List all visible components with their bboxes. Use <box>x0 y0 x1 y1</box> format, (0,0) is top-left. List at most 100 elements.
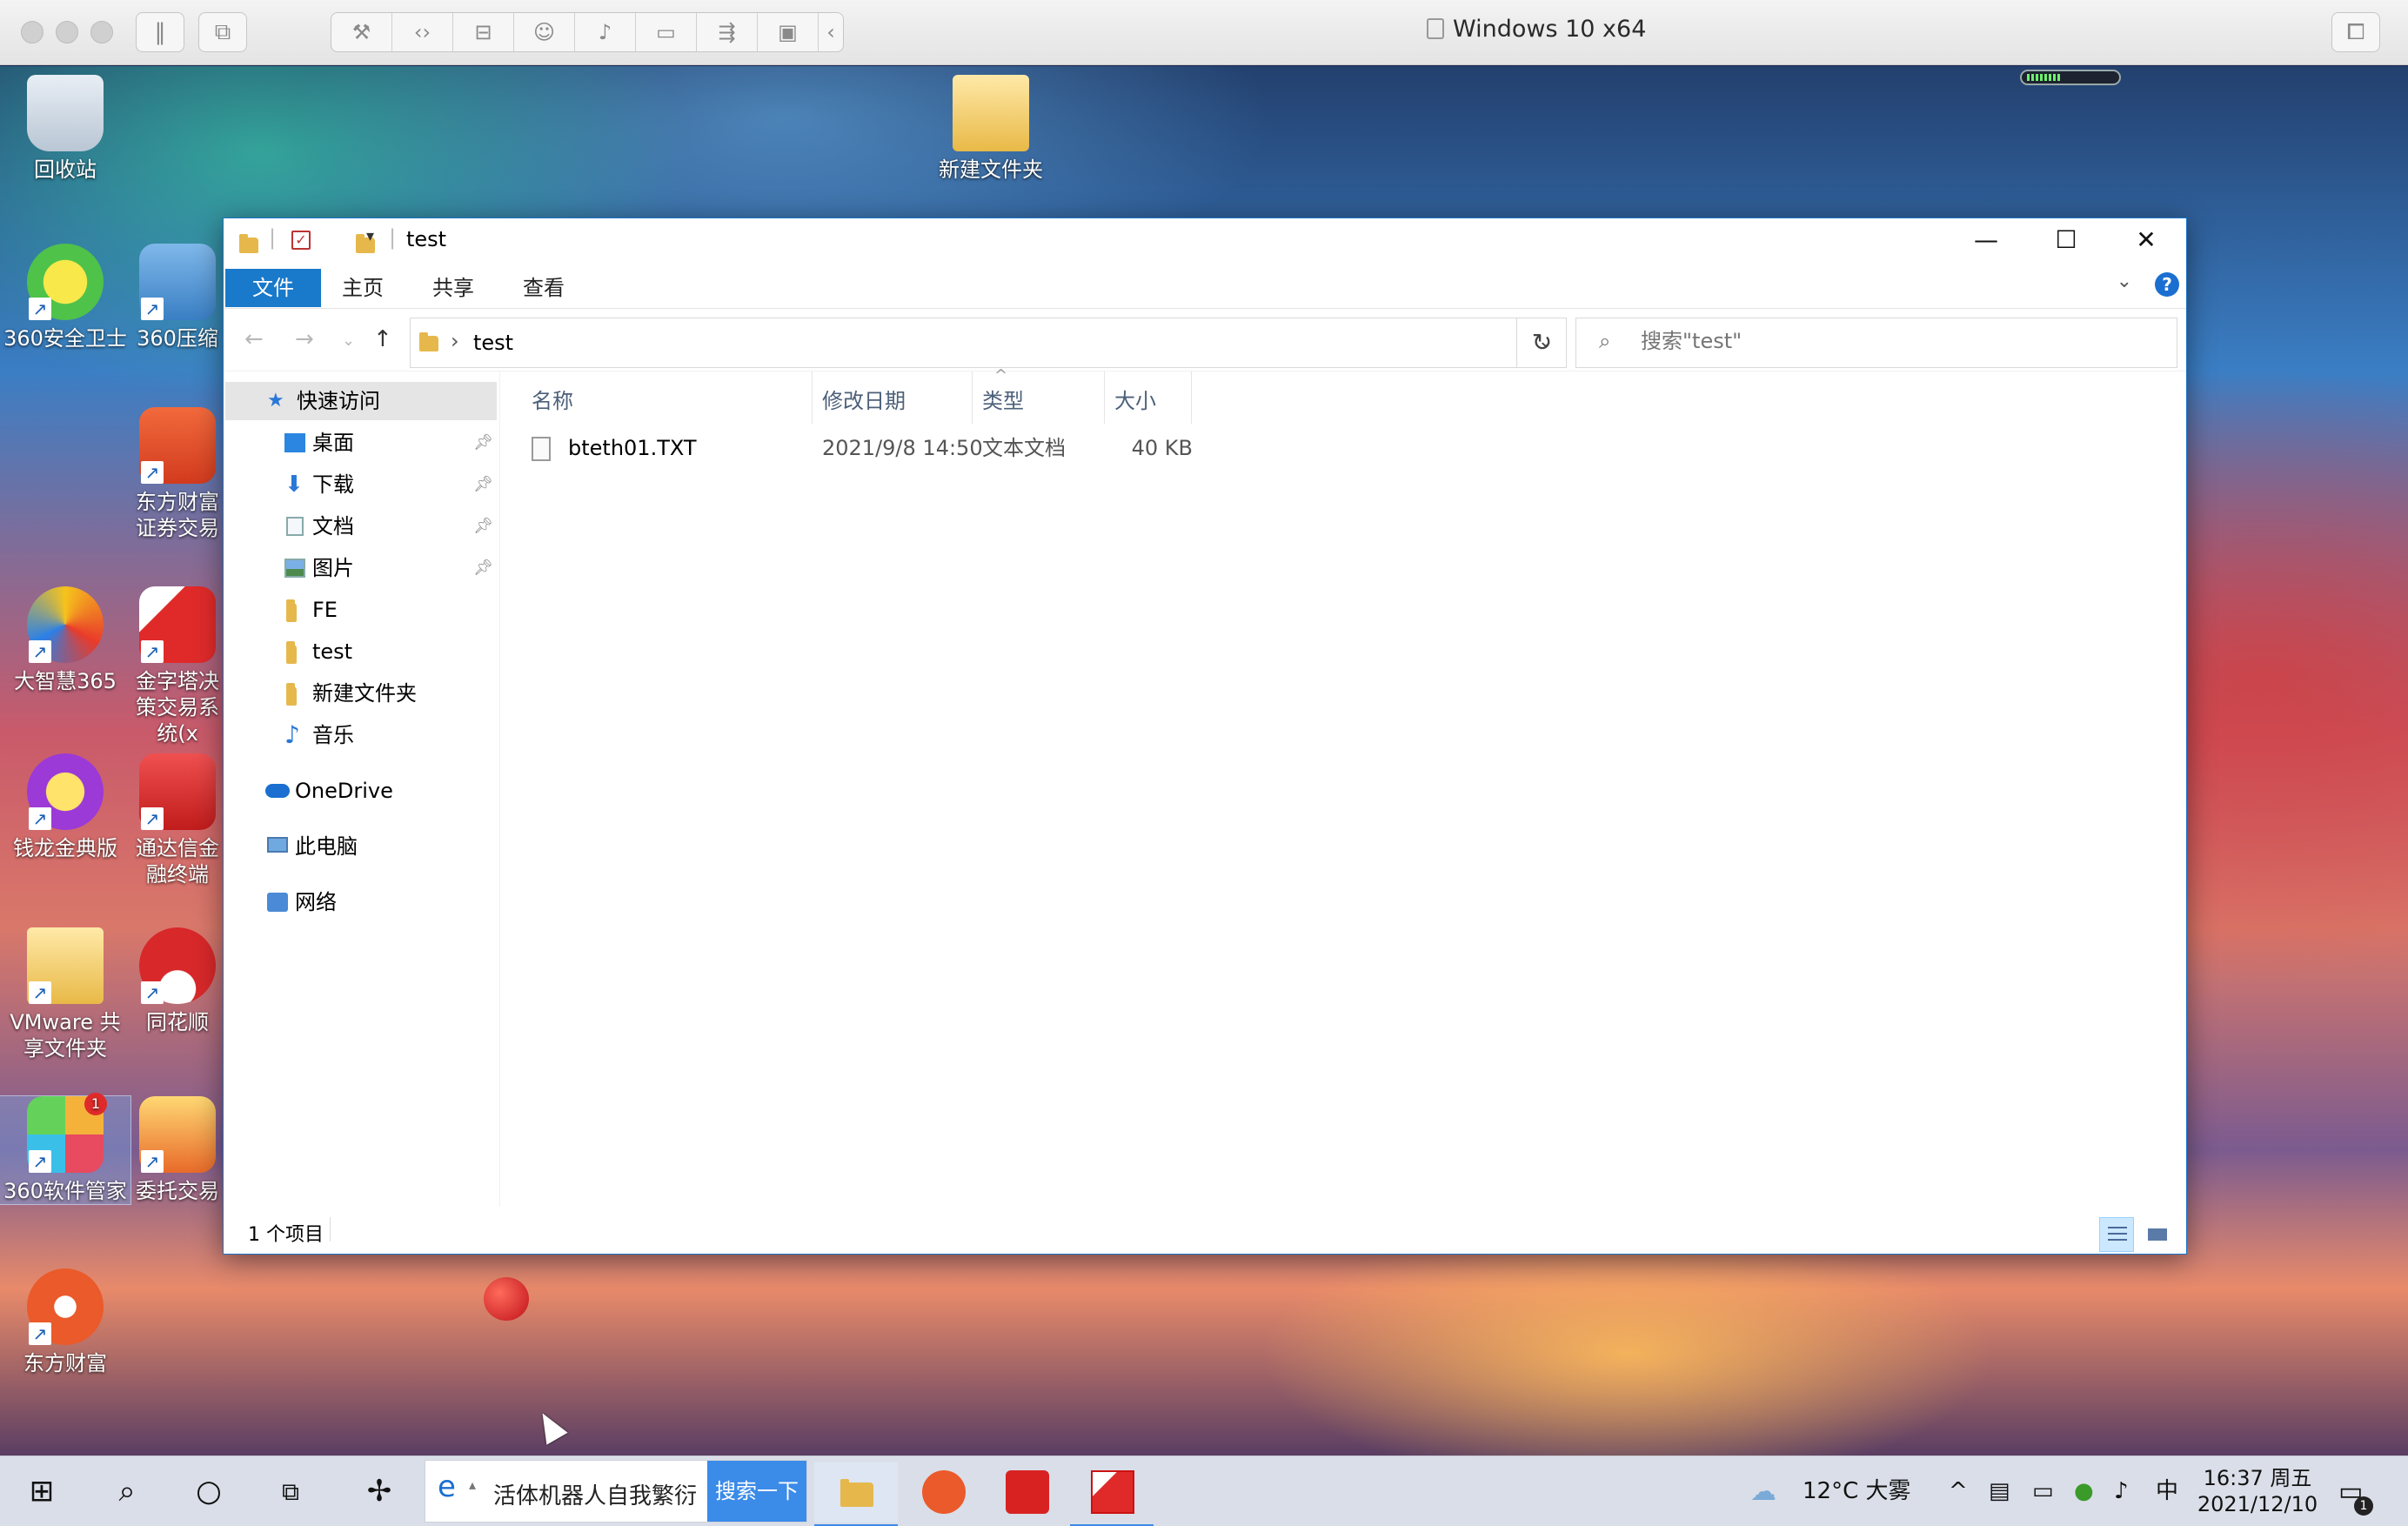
wrench-icon[interactable]: ⚒ <box>331 13 392 51</box>
camera-icon[interactable]: ▭ <box>636 13 697 51</box>
column-header-type[interactable]: 类型 <box>982 384 1024 414</box>
nav-item-fe[interactable]: FE <box>224 591 500 629</box>
nav-quick-access[interactable]: ★ 快速访问 <box>225 382 497 420</box>
code-icon[interactable]: ‹› <box>392 13 453 51</box>
desktop-icon-360-zip[interactable]: ↗ 360压缩 <box>132 244 223 351</box>
nav-item-pictures[interactable]: 图片 📌︎ <box>224 549 500 587</box>
nav-item-new-folder[interactable]: 新建文件夹 <box>224 674 500 713</box>
desktop-icon-360-software-manager[interactable]: ↗ 1 360软件管家 <box>0 1093 131 1205</box>
volume-icon[interactable]: ♪ <box>575 13 636 51</box>
nav-item-documents[interactable]: 文档 📌︎ <box>224 507 500 545</box>
back-icon[interactable]: ← <box>244 326 264 352</box>
desktop-icon-recycle-bin[interactable]: 回收站 <box>0 75 130 183</box>
weather-text[interactable]: 12°C 大雾 <box>1803 1456 1911 1526</box>
desktop-icon-vmware-shared[interactable]: ↗ VMware 共享文件夹 <box>0 927 130 1061</box>
pin-icon[interactable]: 📌︎ <box>473 424 493 462</box>
desktop-icon-dzh365[interactable]: ↗ 大智慧365 <box>0 586 130 694</box>
vm-snapshot-icon[interactable]: ⧉ <box>198 12 247 52</box>
desktop-icon-entrust-trade[interactable]: ↗ 委托交易 <box>132 1096 223 1204</box>
search-input[interactable] <box>1641 329 2163 353</box>
maximize-button[interactable]: ☐ <box>2026 218 2106 262</box>
desktop-icon-360-security[interactable]: ↗ 360安全卫士 <box>0 244 130 351</box>
up-icon[interactable]: ↑ <box>373 326 392 352</box>
breadcrumb[interactable]: test <box>473 331 513 355</box>
dropdown-icon[interactable]: ▴ <box>469 1476 476 1493</box>
tab-home[interactable]: 主页 <box>324 269 401 307</box>
folder-share-icon[interactable]: ▣ <box>758 13 819 51</box>
details-view-icon[interactable] <box>2099 1217 2134 1252</box>
tab-share[interactable]: 共享 <box>415 269 492 307</box>
tray-app-icon[interactable]: ▤ <box>1989 1456 2010 1526</box>
nav-this-pc[interactable]: 此电脑 <box>224 827 500 866</box>
vm-close-button[interactable] <box>21 21 43 44</box>
column-divider[interactable] <box>812 371 813 424</box>
drive-icon[interactable]: ⊟ <box>453 13 514 51</box>
network-icon[interactable]: ▭ <box>2032 1456 2054 1526</box>
nav-onedrive[interactable]: OneDrive <box>224 772 500 810</box>
tab-view[interactable]: 查看 <box>505 269 582 307</box>
nav-item-music[interactable]: ♪ 音乐 <box>224 716 500 754</box>
qat-customize-icon[interactable]: ▾ <box>366 227 374 248</box>
properties-icon[interactable]: ✓ <box>291 231 311 250</box>
taskbar-search-text[interactable]: 活体机器人自我繁衍 <box>493 1478 697 1510</box>
nav-item-downloads[interactable]: ⬇ 下载 📌︎ <box>224 465 500 504</box>
pin-icon[interactable]: 📌︎ <box>473 507 493 545</box>
taskbar-search-button[interactable]: 搜索一下 <box>707 1461 806 1522</box>
taskbar-pyramid-button[interactable] <box>1070 1462 1154 1526</box>
desktop-icon-tdx-terminal[interactable]: ↗ 通达信金融终端 <box>132 753 223 887</box>
taskbar-eastmoney-button[interactable] <box>901 1462 985 1523</box>
user-icon[interactable]: ☺ <box>514 13 575 51</box>
close-button[interactable]: ✕ <box>2106 218 2186 262</box>
desktop-icon-eastmoney[interactable]: ↗ 东方财富 <box>0 1268 130 1376</box>
nav-item-desktop[interactable]: 桌面 📌︎ <box>224 424 500 462</box>
table-row[interactable]: bteth01.TXT 2021/9/8 14:50 文本文档 40 KB <box>511 429 1729 467</box>
search-box[interactable]: ⌕ <box>1575 318 2177 368</box>
usb-icon[interactable]: ⇶ <box>697 13 758 51</box>
search-icon[interactable]: ⌕ <box>96 1456 158 1526</box>
refresh-button[interactable]: ↻ <box>1516 318 1567 368</box>
column-header-size[interactable]: 大小 <box>1114 384 1156 414</box>
nav-item-test[interactable]: test <box>224 632 500 671</box>
address-bar[interactable]: › test ⌄ <box>410 318 1567 368</box>
forward-icon[interactable]: → <box>295 326 314 352</box>
minimize-button[interactable]: — <box>1946 218 2026 262</box>
taskbar-search-box[interactable]: e ▴ 活体机器人自我繁衍 搜索一下 <box>425 1460 807 1523</box>
column-divider[interactable] <box>1191 371 1192 424</box>
column-header-modified[interactable]: 修改日期 <box>822 384 906 414</box>
cortana-icon[interactable]: ○ <box>177 1456 240 1526</box>
vm-pause-icon[interactable]: ‖ <box>136 12 184 52</box>
tab-file[interactable]: 文件 <box>225 269 321 307</box>
pin-icon[interactable]: 📌︎ <box>473 549 493 587</box>
taskbar-tdx-button[interactable] <box>985 1462 1068 1523</box>
breadcrumb-separator-icon[interactable]: › <box>451 329 459 353</box>
taskbar-explorer-button[interactable] <box>814 1462 898 1526</box>
recent-locations-icon[interactable]: ⌄ <box>342 331 355 350</box>
vm-minimize-button[interactable] <box>56 21 78 44</box>
pin-icon[interactable]: 📌︎ <box>473 465 493 504</box>
large-icons-view-icon[interactable] <box>2139 1217 2174 1252</box>
chevron-left-icon[interactable]: ‹ <box>819 13 843 51</box>
task-view-icon[interactable]: ⧉ <box>259 1456 322 1526</box>
desktop-icon-qianlong[interactable]: ↗ 钱龙金典版 <box>0 753 130 861</box>
volume-icon[interactable]: ♪ <box>2114 1456 2129 1526</box>
tray-overflow-icon[interactable]: ^ <box>1949 1456 1968 1526</box>
vm-fullscreen-icon[interactable]: ⧠ <box>2331 12 2380 52</box>
column-header-name[interactable]: 名称 <box>532 384 573 414</box>
360-tray-icon[interactable]: ● <box>2074 1456 2094 1526</box>
desktop-icon-tonghuashun[interactable]: ↗ 同花顺 <box>132 927 223 1035</box>
column-divider[interactable] <box>1104 371 1105 424</box>
pinwheel-app-icon[interactable]: ✢ <box>344 1456 414 1526</box>
vm-zoom-button[interactable] <box>90 21 113 44</box>
desktop-icon-new-folder[interactable]: 新建文件夹 <box>926 75 1056 183</box>
ribbon-expand-icon[interactable]: ⌄ <box>2117 271 2132 292</box>
desktop-icon-pyramid-trading[interactable]: ↗ 金字塔决策交易系统(x <box>132 586 223 746</box>
clock[interactable]: 16:37 周五 2021/12/10 <box>2184 1465 2331 1517</box>
weather-icon[interactable]: ☁ <box>1750 1456 1789 1526</box>
nav-network[interactable]: 网络 <box>224 883 500 921</box>
desktop-icon-eastmoney-securities[interactable]: ↗ 东方财富证券交易 <box>132 407 223 541</box>
column-divider[interactable] <box>972 371 973 424</box>
notification-center-icon[interactable]: ▭ 1 <box>2338 1456 2373 1526</box>
ime-indicator[interactable]: 中 <box>2156 1456 2178 1526</box>
start-icon[interactable]: ⊞ <box>10 1456 73 1526</box>
help-icon[interactable]: ? <box>2155 272 2179 297</box>
